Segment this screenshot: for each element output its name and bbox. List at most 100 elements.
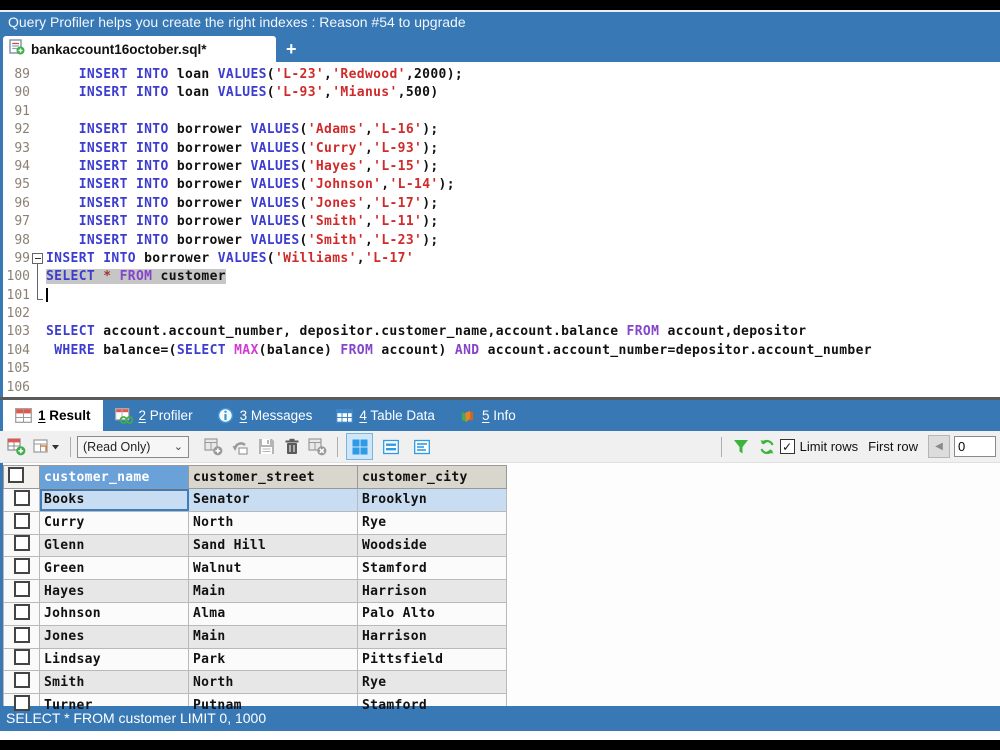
column-header-customer_name[interactable]: customer_name [39, 465, 189, 489]
code-line[interactable]: 98 INSERT INTO borrower VALUES('Smith','… [3, 232, 1000, 250]
row-select-cell[interactable] [3, 624, 40, 649]
form-view-button[interactable] [377, 433, 404, 460]
code-line[interactable]: 90 INSERT INTO loan VALUES('L-93','Mianu… [3, 84, 1000, 102]
code-line[interactable]: 106 [3, 379, 1000, 397]
code-line[interactable]: 94 INSERT INTO borrower VALUES('Hayes','… [3, 158, 1000, 176]
delete-row-button[interactable] [280, 435, 304, 459]
code-line[interactable]: 103 SELECT account.account_number, deposi… [3, 323, 1000, 341]
refresh-icon[interactable] [755, 435, 779, 459]
row-select-cell[interactable] [3, 670, 40, 695]
table-row: Curry North Rye [3, 510, 507, 535]
column-header-customer_city[interactable]: customer_city [357, 465, 507, 489]
grid-cell[interactable]: Palo Alto [357, 601, 507, 626]
code-line[interactable]: 96 INSERT INTO borrower VALUES('Jones','… [3, 195, 1000, 213]
line-number: 92 [14, 122, 30, 138]
row-checkbox[interactable] [13, 512, 30, 529]
row-checkbox[interactable] [13, 558, 30, 575]
grid-cell[interactable]: Sand Hill [188, 533, 358, 558]
fold-collapse-icon[interactable] [30, 250, 46, 269]
grid-cell[interactable]: Alma [188, 601, 358, 626]
code-line[interactable]: 99 INSERT INTO borrower VALUES('Williams'… [3, 250, 1000, 269]
grid-cell[interactable]: Smith [39, 670, 189, 695]
grid-cell[interactable]: Stamford [357, 556, 507, 581]
filter-icon[interactable] [729, 435, 753, 459]
code-line[interactable]: 92 INSERT INTO borrower VALUES('Adams','… [3, 121, 1000, 139]
row-select-cell[interactable] [3, 579, 40, 603]
row-select-cell[interactable] [3, 601, 40, 626]
grid-cell[interactable]: Glenn [39, 533, 189, 558]
limit-rows-checkbox[interactable]: ✓ [779, 439, 795, 454]
grid-cell[interactable]: Curry [39, 510, 189, 535]
grid-view-button[interactable] [346, 433, 373, 460]
upgrade-banner[interactable]: Query Profiler helps you create the righ… [0, 12, 1000, 34]
grid-cell[interactable]: Main [188, 624, 358, 649]
code-line[interactable]: 95 INSERT INTO borrower VALUES('Johnson'… [3, 176, 1000, 194]
grid-cell[interactable]: Main [188, 579, 358, 603]
new-tab-button[interactable]: + [276, 36, 307, 62]
grid-cell[interactable]: Green [39, 556, 189, 581]
grid-cell[interactable]: Johnson [39, 601, 189, 626]
code-line[interactable]: 93 INSERT INTO borrower VALUES('Curry','… [3, 140, 1000, 158]
sql-editor[interactable]: 89 INSERT INTO loan VALUES('L-23','Redwo… [0, 62, 1000, 397]
grid-cell[interactable]: Brooklyn [357, 488, 507, 512]
grid-cell[interactable]: Walnut [188, 556, 358, 581]
code-line[interactable]: 100 SELECT * FROM customer [3, 268, 1000, 287]
code-line[interactable]: 102 [3, 305, 1000, 323]
first-row-input[interactable] [954, 436, 996, 457]
row-select-cell[interactable] [3, 488, 40, 512]
discard-changes-button[interactable] [306, 435, 330, 459]
row-checkbox[interactable] [13, 649, 30, 666]
fold-margin [30, 195, 46, 213]
select-all-header[interactable] [3, 465, 40, 489]
row-checkbox[interactable] [13, 489, 30, 506]
row-checkbox[interactable] [13, 603, 30, 620]
add-row-button[interactable] [202, 435, 226, 459]
grid-cell[interactable]: North [188, 510, 358, 535]
grid-cell[interactable]: Hayes [39, 579, 189, 603]
row-checkbox[interactable] [8, 467, 24, 483]
row-select-cell[interactable] [3, 510, 40, 535]
code-line[interactable]: 91 [3, 103, 1000, 121]
first-row-decrement-button[interactable]: ◀ [928, 435, 950, 458]
grid-cell[interactable]: Books [39, 488, 189, 512]
text-view-button[interactable] [408, 433, 435, 460]
grid-cell[interactable]: Park [188, 647, 358, 672]
tab-sql-file[interactable]: bankaccount16october.sql* [3, 36, 276, 62]
grid-cell[interactable]: Jones [39, 624, 189, 649]
tab-table-data[interactable]: 4 Table Data [324, 400, 447, 431]
resultset-options-button[interactable] [31, 435, 63, 459]
tab-info[interactable]: 5 Info [447, 400, 528, 431]
grid-cell[interactable]: Rye [357, 510, 507, 535]
save-changes-button[interactable] [254, 435, 278, 459]
row-checkbox[interactable] [13, 535, 30, 552]
row-select-cell[interactable] [3, 533, 40, 558]
export-resultset-button[interactable] [5, 435, 29, 459]
code-line[interactable]: 97 INSERT INTO borrower VALUES('Smith','… [3, 213, 1000, 231]
row-checkbox[interactable] [13, 672, 30, 689]
grid-cell[interactable]: Lindsay [39, 647, 189, 672]
tab-profiler[interactable]: 2 Profiler [103, 400, 205, 431]
result-mode-select[interactable]: (Read Only) ⌄ [77, 435, 189, 458]
grid-cell[interactable]: Senator [188, 488, 358, 512]
grid-cell[interactable]: Harrison [357, 624, 507, 649]
tab-messages[interactable]: 3 Messages [205, 400, 325, 431]
tab-result[interactable]: 1 Result [3, 400, 103, 431]
code-line[interactable]: 89 INSERT INTO loan VALUES('L-23','Redwo… [3, 66, 1000, 84]
row-checkbox[interactable] [13, 581, 30, 598]
code-line[interactable]: 104 WHERE balance=(SELECT MAX(balance) F… [3, 342, 1000, 360]
grid-cell[interactable]: Harrison [357, 579, 507, 603]
grid-cell[interactable]: Pittsfield [357, 647, 507, 672]
code-line[interactable]: 105 [3, 360, 1000, 378]
revert-changes-button[interactable] [228, 435, 252, 459]
grid-cell[interactable]: Rye [357, 670, 507, 695]
code-text: INSERT INTO borrower VALUES('Williams','… [46, 250, 415, 266]
row-checkbox[interactable] [13, 626, 30, 643]
column-header-customer_street[interactable]: customer_street [188, 465, 358, 489]
row-select-cell[interactable] [3, 556, 40, 581]
code-line[interactable]: 101 [3, 286, 1000, 305]
row-select-cell[interactable] [3, 647, 40, 672]
grid-cell[interactable]: North [188, 670, 358, 695]
grid-cell[interactable]: Woodside [357, 533, 507, 558]
